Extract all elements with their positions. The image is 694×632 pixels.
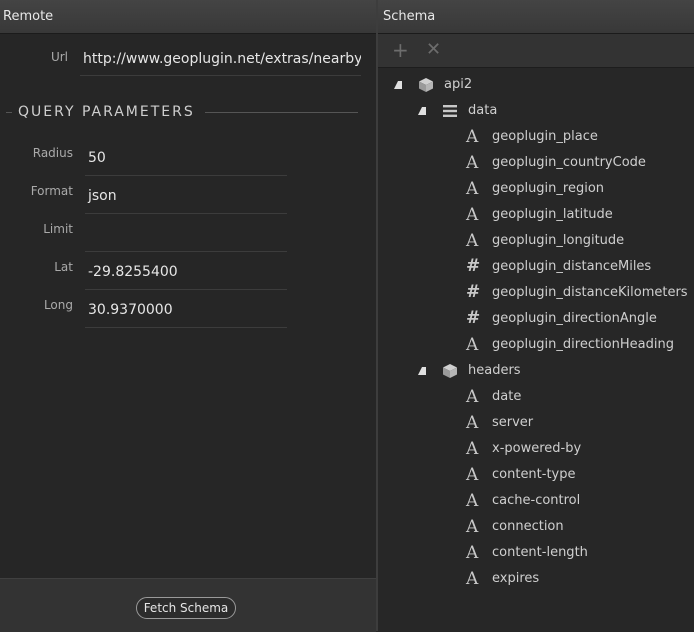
tree-node-geoplugin-place[interactable]: Ageoplugin_place [378, 125, 694, 151]
tree-node-label: geoplugin_countryCode [492, 155, 646, 170]
text-icon: A [466, 439, 479, 459]
text-icon: A [466, 569, 479, 589]
tree-node-label: geoplugin_place [492, 129, 598, 144]
text-icon: A [466, 127, 479, 147]
radius-input[interactable]: 50 [85, 150, 287, 176]
tree-node-data[interactable]: data [378, 99, 694, 125]
tree-node-label: geoplugin_directionHeading [492, 337, 674, 352]
tree-node-label: content-type [492, 467, 576, 482]
tree-node-geoplugin-countrycode[interactable]: Ageoplugin_countryCode [378, 151, 694, 177]
text-icon: A [466, 465, 479, 485]
expanded-triangle-icon[interactable] [394, 81, 402, 89]
tree-node-label: server [492, 415, 534, 430]
param-label: Limit [43, 222, 73, 236]
remote-footer: Fetch Schema [0, 578, 376, 632]
tree-node-label: connection [492, 519, 564, 534]
tree-node-geoplugin-longitude[interactable]: Ageoplugin_longitude [378, 229, 694, 255]
query-parameters-section: QUERY PARAMETERS [0, 104, 376, 120]
schema-panel-title: Schema [378, 0, 694, 34]
tree-node-label: cache-control [492, 493, 581, 508]
format-input[interactable]: json [85, 188, 287, 214]
tree-node-label: x-powered-by [492, 441, 582, 456]
schema-toolbar: + ✕ [378, 34, 694, 68]
lat-input[interactable]: -29.8255400 [85, 264, 287, 290]
tree-node-cache-control[interactable]: Acache-control [378, 489, 694, 515]
cube-icon [418, 77, 434, 93]
list-icon [442, 103, 458, 119]
schema-panel: Schema + ✕ api2 data Ageoplugin_place Ageop… [378, 0, 694, 631]
tree-node-label: date [492, 389, 522, 404]
number-icon: # [466, 256, 481, 276]
tree-node-expires[interactable]: Aexpires [378, 567, 694, 593]
tree-node-geoplugin-region[interactable]: Ageoplugin_region [378, 177, 694, 203]
tree-node-geoplugin-directionheading[interactable]: Ageoplugin_directionHeading [378, 333, 694, 359]
tree-node-connection[interactable]: Aconnection [378, 515, 694, 541]
text-icon: A [466, 179, 479, 199]
url-label: Url [50, 50, 68, 64]
fetch-schema-button[interactable]: Fetch Schema [136, 597, 236, 619]
tree-node-label: geoplugin_region [492, 181, 605, 196]
number-icon: # [466, 282, 481, 302]
tree-node-label: expires [492, 571, 540, 586]
param-label: Long [43, 298, 73, 312]
tree-node-geoplugin-distancekilometers[interactable]: # geoplugin_distanceKilometers [378, 281, 694, 307]
tree-node-x-powered-by[interactable]: Ax-powered-by [378, 437, 694, 463]
tree-node-label: data [468, 103, 498, 118]
limit-input[interactable] [85, 226, 287, 252]
param-label: Format [30, 184, 73, 198]
section-divider-left [6, 112, 12, 113]
add-icon[interactable]: + [392, 38, 409, 62]
text-icon: A [466, 517, 479, 537]
tree-node-geoplugin-directionangle[interactable]: # geoplugin_directionAngle [378, 307, 694, 333]
tree-node-content-type[interactable]: Acontent-type [378, 463, 694, 489]
remove-icon[interactable]: ✕ [426, 38, 441, 62]
text-icon: A [466, 231, 479, 251]
tree-node-content-length[interactable]: Acontent-length [378, 541, 694, 567]
section-divider-right [205, 112, 358, 113]
param-label: Lat [54, 260, 73, 274]
text-icon: A [466, 387, 479, 407]
tree-node-label: content-length [492, 545, 588, 560]
tree-node-headers[interactable]: headers [378, 359, 694, 385]
tree-node-server[interactable]: Aserver [378, 411, 694, 437]
tree-node-date[interactable]: Adate [378, 385, 694, 411]
tree-node-geoplugin-distancemiles[interactable]: # geoplugin_distanceMiles [378, 255, 694, 281]
tree-node-label: geoplugin_latitude [492, 207, 613, 222]
number-icon: # [466, 308, 481, 328]
tree-node-label: api2 [444, 77, 473, 92]
url-input[interactable]: http://www.geoplugin.net/extras/nearby [80, 51, 361, 76]
text-icon: A [466, 413, 479, 433]
tree-node-label: geoplugin_distanceMiles [492, 259, 652, 274]
cube-icon [442, 363, 458, 379]
text-icon: A [466, 491, 479, 511]
long-input[interactable]: 30.9370000 [85, 302, 287, 328]
expanded-triangle-icon[interactable] [418, 367, 426, 375]
tree-node-api2[interactable]: api2 [378, 73, 694, 99]
remote-panel: Remote Url http://www.geoplugin.net/extr… [0, 0, 376, 632]
tree-node-label: geoplugin_distanceKilometers [492, 285, 688, 300]
tree-node-geoplugin-latitude[interactable]: Ageoplugin_latitude [378, 203, 694, 229]
tree-node-label: geoplugin_longitude [492, 233, 625, 248]
section-title: QUERY PARAMETERS [18, 104, 195, 120]
text-icon: A [466, 335, 479, 355]
tree-node-label: headers [468, 363, 521, 378]
expanded-triangle-icon[interactable] [418, 107, 426, 115]
tree-node-label: geoplugin_directionAngle [492, 311, 657, 326]
remote-panel-title: Remote [0, 0, 376, 34]
text-icon: A [466, 205, 479, 225]
text-icon: A [466, 543, 479, 563]
text-icon: A [466, 153, 479, 173]
param-label: Radius [32, 146, 73, 160]
